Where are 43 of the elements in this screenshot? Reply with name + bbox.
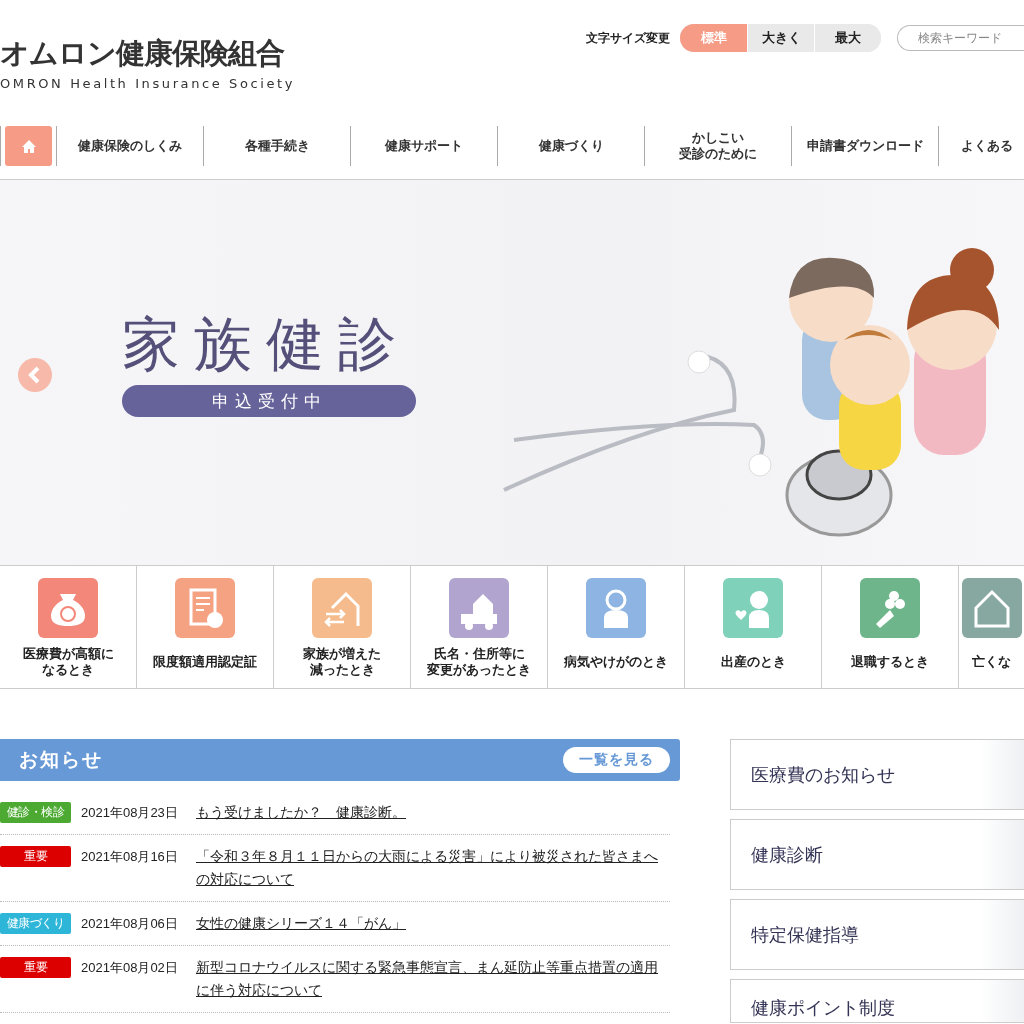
news-heading: お知らせ	[19, 747, 103, 772]
procedure-tile[interactable]: 氏名・住所等に 変更があったとき	[411, 566, 548, 688]
procedure-tile[interactable]: 病気やけがのとき	[548, 566, 685, 688]
news-link[interactable]: 「令和３年８月１１日からの大雨による災害」により被災された皆さまへの対応について	[196, 845, 670, 891]
category-tag: 重要	[0, 957, 71, 978]
news-date: 2021年08月16日	[80, 848, 179, 866]
category-tag: 健康づくり	[0, 913, 71, 934]
nav-link[interactable]: 各種手続き	[204, 138, 350, 154]
site-logo-subtitle: OMRON Health Insurance Society	[0, 76, 296, 91]
category-tag: 健診・検診	[0, 802, 71, 823]
font-size-button[interactable]: 最大	[814, 24, 881, 52]
nav-link[interactable]: 健康保険のしくみ	[57, 138, 203, 154]
chevron-left-icon	[28, 366, 42, 384]
nav-link[interactable]: よくある	[939, 138, 1013, 154]
side-link-card[interactable]: 医療費のお知らせ	[730, 739, 1024, 810]
side-link-card[interactable]: 健康診断	[730, 819, 1024, 890]
news-date: 2021年08月23日	[80, 804, 179, 822]
procedure-tile[interactable]: 医療費が高額に なるとき	[0, 566, 137, 688]
procedure-tile[interactable]: 出産のとき	[685, 566, 822, 688]
nav-link[interactable]: 申請書ダウンロード	[792, 138, 938, 154]
category-tag: 重要	[0, 846, 71, 867]
home-icon	[20, 138, 37, 154]
procedure-tile[interactable]: 退職するとき	[822, 566, 959, 688]
side-link-card[interactable]: 特定保健指導	[730, 899, 1024, 970]
site-logo-title[interactable]: オムロン健康保険組合	[0, 36, 296, 70]
news-link[interactable]: もう受けましたか？ 健康診断。	[196, 801, 406, 824]
news-date: 2021年08月06日	[80, 915, 179, 933]
news-link[interactable]: 新型コロナウイルスに関する緊急事態宣言、まん延防止等重点措置の適用に伴う対応について	[196, 956, 670, 1002]
procedure-tile[interactable]: 亡くな	[959, 566, 1024, 688]
home-button[interactable]	[5, 126, 52, 166]
search-field[interactable]: 検索キーワード	[897, 25, 1024, 51]
procedure-tile[interactable]: 限度額適用認定証	[137, 566, 274, 688]
font-size-label: 文字サイズ変更	[586, 29, 670, 47]
side-link-card[interactable]: 健康ポイント制度	[730, 979, 1024, 1023]
news-link[interactable]: 女性の健康シリーズ１４「がん」	[196, 912, 406, 935]
banner-badge: 申込受付中	[122, 385, 416, 417]
news-date: 2021年08月02日	[80, 959, 179, 977]
nav-link[interactable]: かしこい 受診のために	[645, 130, 791, 162]
nav-link[interactable]: 健康づくり	[498, 138, 644, 154]
previous-slide-button[interactable]	[18, 358, 52, 392]
banner-title: 家族健診	[122, 310, 411, 378]
nav-link[interactable]: 健康サポート	[351, 138, 497, 154]
procedure-tile[interactable]: 家族が増えた 減ったとき	[274, 566, 411, 688]
